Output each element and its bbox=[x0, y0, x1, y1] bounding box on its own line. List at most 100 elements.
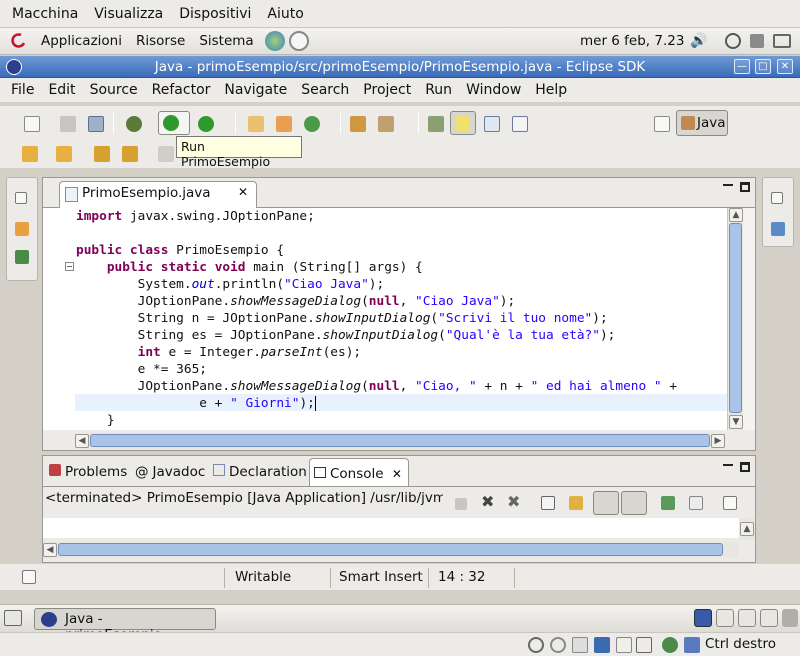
panel-menu-risorse[interactable]: Risorse bbox=[129, 33, 192, 49]
show-stdout-button[interactable] bbox=[593, 491, 619, 515]
print-icon[interactable] bbox=[88, 116, 104, 132]
vbox-menu-macchina[interactable]: Macchina bbox=[4, 6, 86, 22]
editor-tab[interactable]: PrimoEsempio.java ✕ bbox=[59, 181, 257, 208]
menu-refactor[interactable]: Refactor bbox=[145, 82, 218, 98]
block-selection-icon[interactable] bbox=[484, 116, 500, 132]
show-stderr-button[interactable] bbox=[621, 491, 647, 515]
editor-horizontal-scrollbar[interactable]: ◀ ▶ bbox=[75, 433, 725, 449]
close-console-tab-icon[interactable]: ✕ bbox=[392, 467, 402, 481]
menu-source[interactable]: Source bbox=[83, 82, 145, 98]
display-console-icon[interactable] bbox=[689, 496, 703, 510]
display-icon[interactable] bbox=[773, 34, 791, 48]
vbox-menu-dispositivi[interactable]: Dispositivi bbox=[171, 6, 259, 22]
editor-maximize-icon[interactable] bbox=[740, 182, 750, 192]
new-class-icon[interactable] bbox=[304, 116, 320, 132]
cd-icon[interactable] bbox=[550, 637, 566, 653]
run-button[interactable] bbox=[158, 111, 190, 135]
show-desktop-icon[interactable] bbox=[4, 610, 22, 626]
workspace-2-icon[interactable] bbox=[716, 609, 734, 627]
scroll-down-icon[interactable]: ▼ bbox=[729, 415, 743, 429]
menu-edit[interactable]: Edit bbox=[41, 82, 82, 98]
scroll-lock-icon[interactable] bbox=[569, 496, 583, 510]
java-perspective-button[interactable]: Java bbox=[676, 110, 728, 136]
new-package-icon[interactable] bbox=[276, 116, 292, 132]
network-icon[interactable] bbox=[750, 34, 764, 48]
menu-search[interactable]: Search bbox=[294, 82, 356, 98]
scroll-up-icon[interactable]: ▲ bbox=[729, 208, 743, 222]
package-explorer-icon[interactable] bbox=[15, 222, 29, 236]
scroll-left-icon[interactable]: ◀ bbox=[75, 434, 89, 448]
volume-icon[interactable]: 🔊 bbox=[690, 33, 707, 49]
editor-vertical-scrollbar[interactable]: ▲ ▼ bbox=[727, 208, 743, 430]
mark-occurrences-button[interactable] bbox=[450, 111, 476, 135]
outline-icon[interactable] bbox=[771, 222, 785, 236]
editor-minimize-icon[interactable] bbox=[723, 184, 733, 186]
save-icon[interactable] bbox=[60, 116, 76, 132]
menu-project[interactable]: Project bbox=[356, 82, 418, 98]
terminate-icon[interactable] bbox=[455, 498, 467, 510]
hdd-icon[interactable] bbox=[528, 637, 544, 653]
remove-all-icon[interactable]: ✖ bbox=[507, 492, 520, 511]
panel-clock[interactable]: mer 6 feb, 7.23 bbox=[580, 33, 684, 49]
remove-launch-icon[interactable]: ✖ bbox=[481, 492, 494, 511]
close-tab-icon[interactable]: ✕ bbox=[238, 185, 248, 199]
console-scroll-left-icon[interactable]: ◀ bbox=[43, 543, 57, 557]
run-external-tools-icon[interactable] bbox=[198, 116, 214, 132]
menu-run[interactable]: Run bbox=[418, 82, 459, 98]
clear-console-icon[interactable] bbox=[541, 496, 555, 510]
code-area[interactable]: import javax.swing.JOptionPane; public c… bbox=[43, 208, 727, 430]
tab-declaration[interactable]: Declaration bbox=[213, 460, 307, 485]
window-titlebar[interactable]: Java - primoEsempio/src/primoEsempio/Pri… bbox=[0, 56, 800, 78]
virtualization-icon[interactable] bbox=[662, 637, 678, 653]
search-icon[interactable] bbox=[725, 33, 741, 49]
open-type-icon[interactable] bbox=[350, 116, 366, 132]
vbox-menu-visualizza[interactable]: Visualizza bbox=[86, 6, 171, 22]
toggle-breadcrumb-icon[interactable] bbox=[428, 116, 444, 132]
tab-console[interactable]: Console ✕ bbox=[309, 458, 409, 486]
tab-problems[interactable]: Problems bbox=[49, 460, 127, 485]
panel-menu-applicazioni[interactable]: Applicazioni bbox=[34, 33, 129, 49]
floppy-icon[interactable] bbox=[572, 637, 588, 653]
vertical-scroll-thumb[interactable] bbox=[729, 223, 742, 413]
pin-console-icon[interactable] bbox=[661, 496, 675, 510]
show-whitespace-icon[interactable] bbox=[512, 116, 528, 132]
minimize-button[interactable]: — bbox=[734, 59, 750, 74]
mouse-integration-icon[interactable] bbox=[684, 637, 700, 653]
scroll-right-icon[interactable]: ▶ bbox=[711, 434, 725, 448]
usb-icon[interactable] bbox=[636, 637, 652, 653]
maximize-button[interactable]: □ bbox=[755, 59, 771, 74]
search-toolbar-icon[interactable] bbox=[378, 116, 394, 132]
panel-maximize-icon[interactable] bbox=[740, 462, 750, 472]
close-window-button[interactable]: ✕ bbox=[777, 59, 793, 74]
trash-icon[interactable] bbox=[782, 609, 798, 627]
console-scroll-up-icon[interactable]: ▲ bbox=[740, 522, 754, 536]
panel-menu-sistema[interactable]: Sistema bbox=[192, 33, 260, 49]
workspace-1-icon[interactable] bbox=[694, 609, 712, 627]
panel-minimize-icon[interactable] bbox=[723, 464, 733, 466]
menu-navigate[interactable]: Navigate bbox=[217, 82, 294, 98]
next-annotation-icon[interactable] bbox=[22, 146, 38, 162]
tab-javadoc[interactable]: @ Javadoc bbox=[135, 460, 205, 485]
workspace-4-icon[interactable] bbox=[760, 609, 778, 627]
workspace-3-icon[interactable] bbox=[738, 609, 756, 627]
restore-icon[interactable] bbox=[15, 192, 27, 204]
vbox-menu-aiuto[interactable]: Aiuto bbox=[259, 6, 311, 22]
menu-file[interactable]: File bbox=[4, 82, 41, 98]
hierarchy-icon[interactable] bbox=[15, 250, 29, 264]
new-icon[interactable] bbox=[24, 116, 40, 132]
console-vertical-scrollbar[interactable]: ▲ bbox=[739, 518, 755, 540]
fast-view-icon[interactable] bbox=[22, 570, 36, 584]
taskbar-item-eclipse[interactable]: Java - primoEsempio... bbox=[34, 608, 216, 643]
console-scroll-thumb[interactable] bbox=[58, 543, 723, 556]
restore-right-icon[interactable] bbox=[771, 192, 783, 204]
forward-icon[interactable] bbox=[158, 146, 174, 162]
open-perspective-icon[interactable] bbox=[654, 116, 670, 132]
browser-launcher-icon[interactable] bbox=[264, 31, 285, 51]
debian-logo-icon[interactable] bbox=[8, 30, 30, 52]
fold-icon[interactable]: − bbox=[65, 262, 74, 271]
open-console-icon[interactable] bbox=[723, 496, 737, 510]
menu-window[interactable]: Window bbox=[459, 82, 528, 98]
menu-help[interactable]: Help bbox=[528, 82, 574, 98]
new-java-project-icon[interactable] bbox=[248, 116, 264, 132]
horizontal-scroll-thumb[interactable] bbox=[90, 434, 710, 447]
